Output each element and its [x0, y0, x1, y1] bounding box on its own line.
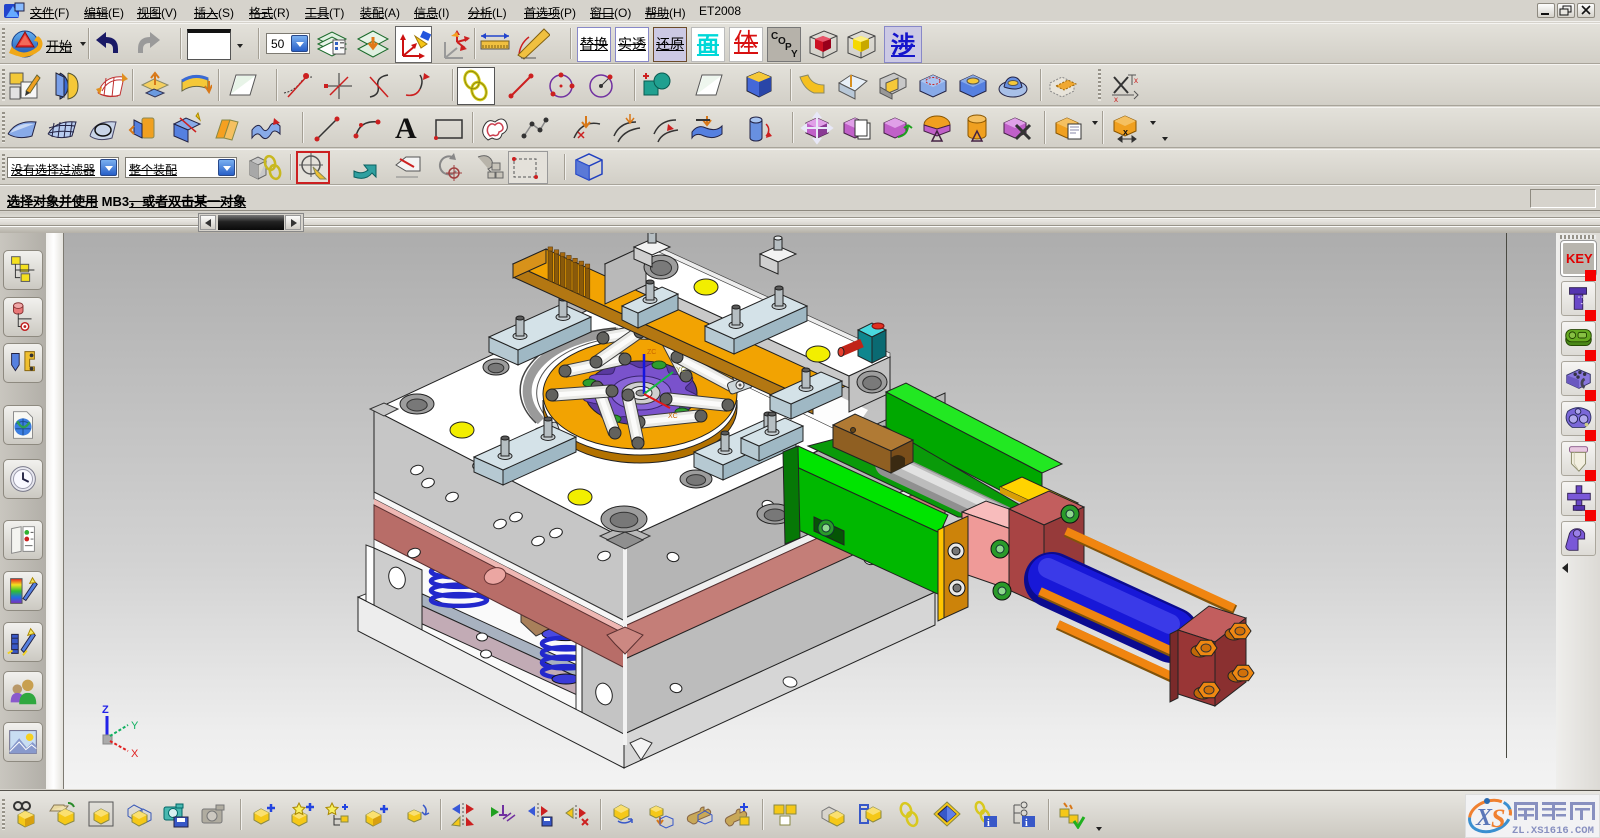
- svg-text:Z: Z: [102, 704, 109, 716]
- svg-text:Y: Y: [131, 720, 139, 732]
- svg-text:x: x: [1123, 127, 1128, 137]
- svg-text:i: i: [987, 818, 990, 829]
- svg-text:Y: Y: [791, 49, 798, 60]
- svg-text:X: X: [131, 748, 139, 760]
- svg-text:XC: XC: [668, 413, 678, 420]
- svg-text:S: S: [1491, 804, 1505, 833]
- svg-text:i: i: [1025, 818, 1028, 829]
- svg-text:A: A: [395, 112, 417, 144]
- svg-text:ZC: ZC: [647, 349, 656, 356]
- svg-text:x: x: [1134, 76, 1138, 85]
- svg-text:x: x: [1114, 95, 1118, 103]
- svg-text:ZL.XS1616.COM: ZL.XS1616.COM: [1512, 825, 1594, 837]
- svg-text:YC: YC: [676, 367, 686, 374]
